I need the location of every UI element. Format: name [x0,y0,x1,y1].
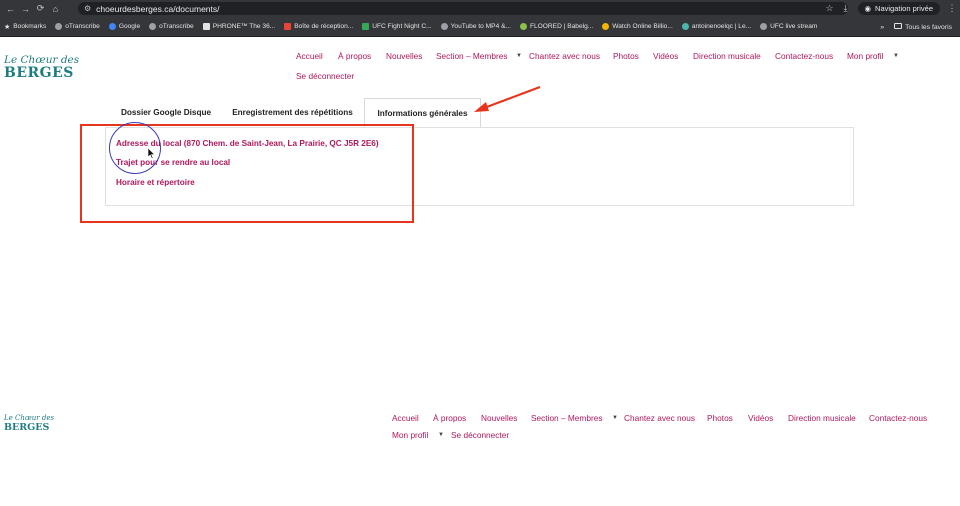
bookmark-item[interactable]: YouTube to MP4 &... [440,23,511,30]
gmail-icon [284,23,292,30]
footer-logo-line-2: BERGES [4,422,50,433]
menu-item-photos[interactable]: Photos [613,51,639,61]
footer-menu-item-accueil[interactable]: Accueil [392,413,419,423]
bookmark-star-icon[interactable]: ☆ [822,3,838,14]
menu-item-contact[interactable]: Contactez-nous [775,51,833,61]
phrone-icon [202,23,210,30]
logo-line-2: BERGES [4,65,74,81]
chevron-down-icon[interactable]: ▼ [516,53,522,59]
chevron-down-icon[interactable]: ▼ [612,415,618,421]
footer-menu-item-photos[interactable]: Photos [707,413,733,423]
menu-item-videos[interactable]: Vidéos [653,51,678,61]
more-bookmarks-button[interactable]: » [880,24,884,31]
back-icon[interactable]: ← [3,4,18,14]
footer-menu-item-a-propos[interactable]: À propos [433,413,466,423]
footer-menu-item-chantez[interactable]: Chantez avec nous [624,413,695,423]
bookmark-item[interactable]: antoinenoelqc | Le... [681,23,751,30]
bookmark-item[interactable]: Boîte de réception... [284,23,353,30]
globe-icon [149,23,157,30]
bookmark-item[interactable]: UFC live stream [760,23,817,30]
footer-menu-item-logout[interactable]: Se déconnecter [451,430,509,440]
url-text[interactable]: choeurdesberges.ca/documents/ [96,4,219,14]
download-icon[interactable]: ⤓ [838,3,854,14]
site-logo[interactable]: Le Chœur des BERGES [4,54,79,81]
menu-item-chantez[interactable]: Chantez avec nous [529,51,600,61]
watch-icon [602,23,610,30]
babelgum-icon [519,23,527,30]
address-bar[interactable]: ⚙ choeurdesberges.ca/documents/ [78,2,848,15]
menu-item-profil[interactable]: Mon profil [847,51,883,61]
footer-logo-line-1: Le Chœur des [4,414,55,422]
site-info-icon[interactable]: ⚙ [84,4,91,13]
private-label: Navigation privée [875,4,933,13]
globe-icon [440,23,448,30]
footer-menu-item-section-membres[interactable]: Section – Membres [531,413,602,423]
bookmark-item[interactable]: ★ Bookmarks [4,23,46,31]
bookmarks-bar: ★ Bookmarks oTranscribe Google oTranscrib… [0,17,960,37]
mouse-cursor-icon [148,148,156,159]
annotation-arrow-icon [474,85,541,112]
menu-item-nouvelles[interactable]: Nouvelles [386,51,422,61]
bookmark-item[interactable]: Watch Online Billio... [602,23,673,30]
chevron-down-icon[interactable]: ▼ [438,432,444,438]
forward-icon[interactable]: → [18,4,33,14]
folder-icon [894,23,903,29]
incognito-icon: ◉ [864,4,872,13]
reload-icon[interactable]: ⟳ [33,3,48,14]
footer-menu-item-profil[interactable]: Mon profil [392,430,428,440]
menu-item-accueil[interactable]: Accueil [296,51,323,61]
stream-icon [760,23,768,30]
tv-icon [362,23,370,30]
google-icon [108,23,116,30]
kebab-menu-icon[interactable]: ⋮ [944,3,960,14]
bookmark-item[interactable]: oTranscribe [55,23,100,30]
bookmark-item[interactable]: oTranscribe [149,23,194,30]
menu-item-logout[interactable]: Se déconnecter [296,71,354,81]
menu-item-section-membres[interactable]: Section – Membres [436,51,507,61]
menu-item-a-propos[interactable]: À propos [338,51,371,61]
footer-menu-item-nouvelles[interactable]: Nouvelles [481,413,517,423]
bookmark-item[interactable]: PHRONE™ The 36... [202,23,275,30]
tab-dossier[interactable]: Dossier Google Disque [104,98,228,127]
globe-icon [55,23,63,30]
footer-menu-item-contact[interactable]: Contactez-nous [869,413,927,423]
star-icon: ★ [4,23,11,31]
tab-enregistrement[interactable]: Enregistrement des répétitions [220,98,365,127]
footer-menu-item-videos[interactable]: Vidéos [748,413,773,423]
footer-menu-item-direction[interactable]: Direction musicale [788,413,856,423]
footer-logo[interactable]: Le Chœur des BERGES [4,414,54,433]
menu-item-direction[interactable]: Direction musicale [693,51,761,61]
bookmark-item[interactable]: UFC Fight Night C... [362,23,432,30]
bookmark-item[interactable]: FLOORED | Babelg... [519,23,593,30]
profile-icon [681,23,689,30]
browser-toolbar: ← → ⟳ ⌂ ⚙ choeurdesberges.ca/documents/ … [0,0,960,17]
chevron-down-icon[interactable]: ▼ [893,53,899,59]
all-bookmarks-button[interactable]: Tous les favoris [894,23,952,31]
bookmark-item[interactable]: Google [108,23,140,30]
private-mode-badge[interactable]: ◉ Navigation privée [857,2,940,15]
home-icon[interactable]: ⌂ [48,4,63,14]
